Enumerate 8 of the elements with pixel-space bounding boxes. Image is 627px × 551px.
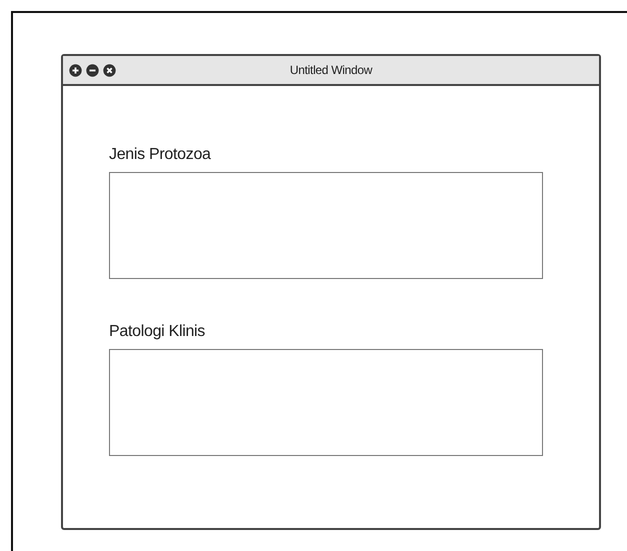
- close-icon[interactable]: [103, 64, 116, 76]
- field-label: Patologi Klinis: [109, 323, 206, 342]
- text-area[interactable]: [109, 172, 543, 279]
- field-label: Jenis Protozoa: [109, 146, 211, 165]
- maximize-icon[interactable]: [69, 64, 82, 76]
- text-area[interactable]: [109, 349, 543, 456]
- minimize-icon[interactable]: [86, 64, 99, 76]
- window-title: Untitled Window: [290, 63, 372, 77]
